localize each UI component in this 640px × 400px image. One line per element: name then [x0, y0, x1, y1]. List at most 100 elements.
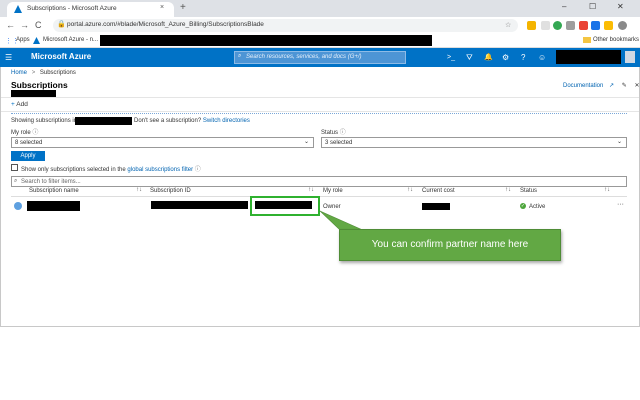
bookmarks-bar: ⋮⋮ Apps Microsoft Azure - n... Other boo…: [0, 34, 640, 48]
add-label: Add: [16, 101, 28, 108]
azure-brand[interactable]: Microsoft Azure: [31, 52, 91, 61]
status-select[interactable]: 3 selected ⌄: [321, 137, 627, 148]
redacted-subscription-name[interactable]: [27, 201, 80, 211]
extension-icon[interactable]: [553, 21, 562, 30]
status-label: Status ⓘ: [321, 127, 346, 136]
lock-icon: 🔒: [57, 21, 66, 28]
show-only-selected-checkbox[interactable]: [11, 164, 18, 171]
extension-icon[interactable]: [604, 21, 613, 30]
partner-name-highlight: [250, 196, 320, 216]
extension-icon[interactable]: [566, 21, 575, 30]
breadcrumb-home[interactable]: Home: [11, 70, 27, 76]
omnibox[interactable]: 🔒 portal.azure.com/#blade/Microsoft_Azur…: [53, 19, 518, 32]
help-icon[interactable]: ?: [521, 53, 525, 62]
status-value: 3 selected: [325, 139, 353, 146]
extension-icon[interactable]: [591, 21, 600, 30]
apply-button[interactable]: Apply: [11, 151, 45, 161]
documentation-label: Documentation: [563, 83, 604, 89]
directory-filter-icon[interactable]: ⛛: [466, 53, 473, 62]
breadcrumb-current: Subscriptions: [39, 70, 76, 76]
sort-icon[interactable]: ↑↓: [407, 187, 413, 193]
extension-icon[interactable]: [579, 21, 588, 30]
sort-icon[interactable]: ↑↓: [136, 187, 142, 193]
back-button[interactable]: ←: [6, 20, 15, 31]
global-search-input[interactable]: ⌕ Search resources, services, and docs (…: [234, 51, 406, 64]
azure-favicon-icon: [14, 5, 22, 13]
extension-icon[interactable]: [541, 21, 550, 30]
add-button[interactable]: + Add: [11, 101, 28, 108]
new-tab-button[interactable]: +: [180, 2, 186, 14]
cloud-shell-icon[interactable]: >_: [447, 53, 455, 62]
minimize-button[interactable]: –: [562, 2, 566, 11]
my-role-select[interactable]: 8 selected ⌄: [11, 137, 314, 148]
info-icon: ⓘ: [339, 130, 346, 136]
documentation-link[interactable]: Documentation ↗ ✎ ✕: [563, 82, 639, 89]
folder-icon: [583, 37, 591, 43]
feedback-icon[interactable]: ☺: [538, 53, 546, 62]
reload-button[interactable]: C: [35, 20, 42, 31]
show-only-label: Show only subscriptions selected in the: [21, 167, 126, 173]
browser-tab[interactable]: Subscriptions - Microsoft Azure ×: [7, 2, 174, 17]
search-icon: ⌕: [14, 178, 18, 184]
col-status[interactable]: Status: [520, 188, 537, 194]
check-circle-icon: ✓: [520, 203, 526, 209]
sort-icon[interactable]: ↑↓: [505, 187, 511, 193]
bookmark-other[interactable]: Other bookmarks: [593, 37, 639, 43]
redacted-account[interactable]: [556, 50, 621, 64]
close-blade-icon[interactable]: ✕: [634, 83, 639, 89]
col-subscription-id[interactable]: Subscription ID: [150, 188, 191, 194]
external-link-icon: ↗: [609, 83, 615, 89]
redacted-subscription-id: [151, 201, 248, 209]
azure-favicon-icon: [33, 37, 40, 44]
redacted-directory: [75, 117, 132, 125]
bookmark-apps[interactable]: Apps: [16, 37, 30, 43]
showing-prefix: Showing subscriptions in: [11, 118, 78, 124]
portal-menu-icon[interactable]: ☰: [5, 53, 12, 62]
sort-icon[interactable]: ↑↓: [604, 187, 610, 193]
tab-close-icon[interactable]: ×: [160, 4, 164, 11]
subscription-icon: [14, 202, 22, 210]
sort-icon[interactable]: ↑↓: [308, 187, 314, 193]
bookmark-azure[interactable]: Microsoft Azure - n...: [43, 37, 98, 43]
maximize-button[interactable]: ☐: [589, 2, 596, 11]
extension-icon[interactable]: [527, 21, 536, 30]
tab-title: Subscriptions - Microsoft Azure: [27, 5, 117, 12]
frame-border: [0, 67, 1, 327]
pin-icon[interactable]: ✎: [622, 83, 627, 89]
avatar[interactable]: [625, 51, 635, 63]
switch-directories-link[interactable]: Switch directories: [203, 118, 250, 124]
filter-placeholder: Search to filter items...: [21, 178, 81, 185]
tab-strip: Subscriptions - Microsoft Azure × + – ☐ …: [0, 0, 640, 17]
chevron-down-icon: ⌄: [616, 139, 622, 145]
forward-button[interactable]: →: [20, 20, 29, 31]
page-title: Subscriptions: [11, 80, 68, 90]
status-cell: Active: [529, 204, 546, 210]
frame-border: [0, 326, 640, 327]
showing-text: Showing subscriptions in: [11, 118, 77, 124]
global-filter-link[interactable]: global subscriptions filter: [127, 167, 193, 173]
show-only-text: Show only subscriptions selected in the …: [21, 164, 201, 173]
dont-see-text: Don't see a subscription? Switch directo…: [134, 118, 250, 124]
search-placeholder: Search resources, services, and docs (G+…: [246, 54, 362, 60]
breadcrumb: Home > Subscriptions: [11, 70, 76, 76]
notifications-icon[interactable]: 🔔: [484, 53, 493, 62]
info-icon: ⓘ: [194, 167, 201, 173]
plus-icon: +: [11, 101, 15, 108]
callout-text: You can confirm partner name here: [371, 239, 529, 250]
close-window-button[interactable]: ✕: [617, 2, 624, 11]
col-current-cost[interactable]: Current cost: [422, 188, 455, 194]
callout-annotation: You can confirm partner name here: [339, 229, 561, 261]
divider: [1, 111, 639, 112]
star-icon[interactable]: ☆: [505, 21, 511, 29]
my-role-text: My role: [11, 130, 31, 136]
more-actions-button[interactable]: ···: [617, 201, 624, 208]
filter-items-input[interactable]: ⌕ Search to filter items...: [11, 176, 627, 187]
col-subscription-name[interactable]: Subscription name: [29, 188, 79, 194]
divider: [1, 97, 639, 98]
redacted-cost: [422, 203, 450, 210]
col-my-role[interactable]: My role: [323, 188, 343, 194]
settings-icon[interactable]: ⚙: [502, 53, 509, 62]
status-text: Status: [321, 130, 339, 136]
azure-top-bar: ☰ Microsoft Azure ⌕ Search resources, se…: [0, 48, 640, 67]
profile-icon[interactable]: [618, 21, 627, 30]
